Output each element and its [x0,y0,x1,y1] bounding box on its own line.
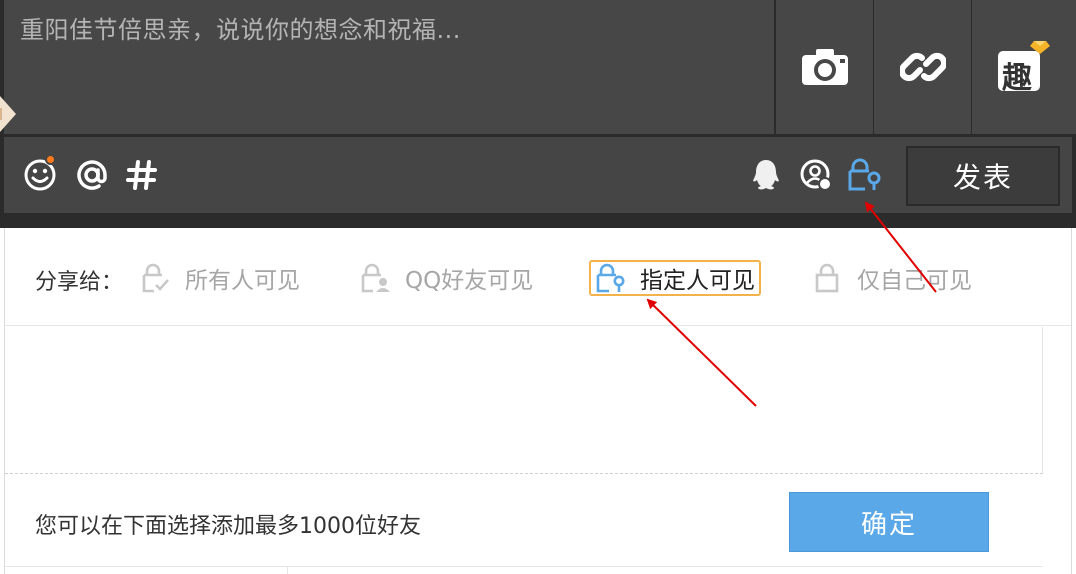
composer-toolbar: 发表 [4,137,1072,213]
lock-person-icon [848,158,881,191]
post-placeholder: 重阳佳节倍思亲，说说你的想念和祝福... [20,16,461,44]
bottom-divider [5,566,1043,567]
confirm-button[interactable]: 确定 [789,492,989,552]
friend-limit-hint: 您可以在下面选择添加最多1000位好友 [35,514,421,539]
link-icon [899,52,946,82]
fun-label: 趣 [1002,61,1032,96]
bottom-column-divider [287,566,288,574]
visibility-self-label: 仅自己可见 [857,268,972,294]
link-button[interactable] [874,0,971,134]
camera-button[interactable] [776,0,873,134]
dashed-divider [5,473,1043,474]
share-label: 分享给： [35,270,124,295]
self-lock-icon [811,262,843,294]
qq-friend-lock-icon [359,262,391,294]
share-panel: 分享给： 所有人可见 QQ好友可见 指定人可见 仅自己可见 您可以在下面选择添加… [4,228,1072,574]
visibility-qq-friends-option[interactable]: QQ好友可见 [359,258,533,298]
visibility-specified-label: 指定人可见 [640,268,755,294]
post-input[interactable]: 重阳佳节倍思亲，说说你的想念和祝福... [4,0,774,134]
cursor-marker [0,96,16,132]
visibility-everyone-label: 所有人可见 [185,268,300,294]
visibility-row: 分享给： 所有人可见 QQ好友可见 指定人可见 仅自己可见 [5,228,1071,326]
visibility-qq-friends-label: QQ好友可见 [405,268,534,294]
hash-icon [126,160,157,190]
mention-button[interactable] [74,157,110,193]
qq-button[interactable] [748,157,784,193]
everyone-lock-icon [139,262,171,294]
topic-button[interactable] [124,157,160,193]
visibility-self-option[interactable]: 仅自己可见 [811,258,972,298]
at-icon [77,160,107,190]
friend-button[interactable] [798,157,834,193]
friend-icon [800,159,832,191]
privacy-button[interactable] [844,156,884,194]
specified-lock-icon [594,262,626,294]
notification-dot [45,154,56,165]
camera-icon [801,49,848,85]
fun-button[interactable]: 趣 [972,0,1076,134]
visibility-specified-option[interactable]: 指定人可见 [589,260,761,296]
publish-button[interactable]: 发表 [906,146,1060,206]
visibility-everyone-option[interactable]: 所有人可见 [139,258,300,298]
qq-icon [753,160,779,190]
selected-friends-area[interactable] [5,327,1043,473]
